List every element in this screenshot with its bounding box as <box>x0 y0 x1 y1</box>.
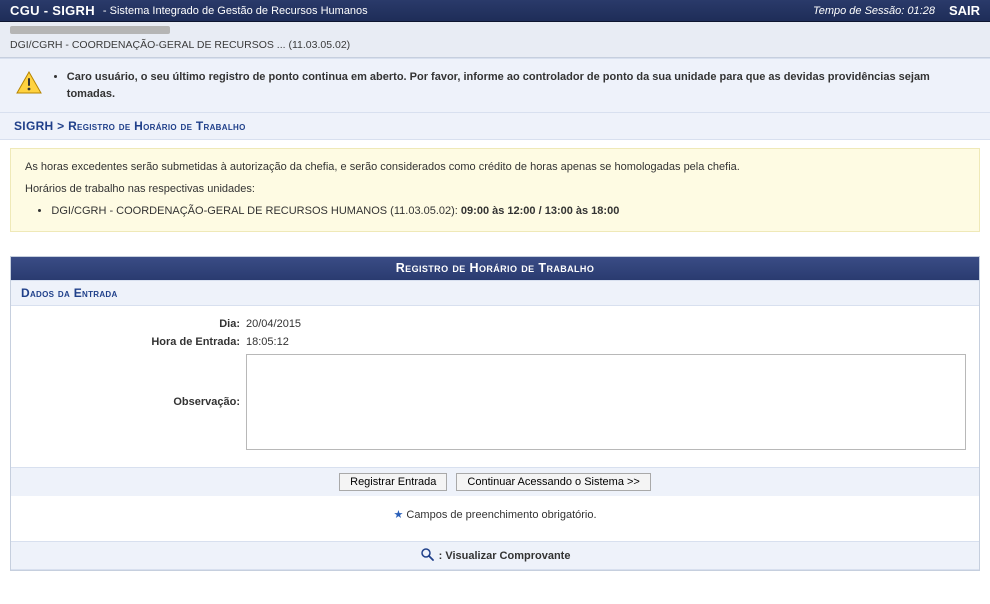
info-unit-hours: DGI/CGRH - COORDENAÇÃO-GERAL DE RECURSOS… <box>51 205 965 217</box>
breadcrumb-path: DGI/CGRH - COORDENAÇÃO-GERAL DE RECURSOS… <box>10 39 350 51</box>
session-timer: Tempo de Sessão: 01:28 <box>813 5 935 17</box>
star-icon: ★ <box>393 509 403 521</box>
section-title: Dados da Entrada <box>11 280 979 306</box>
info-line-1: As horas excedentes serão submetidas à a… <box>25 161 965 173</box>
hora-label: Hora de Entrada: <box>21 334 246 348</box>
obs-label: Observação: <box>21 352 246 408</box>
redacted-user-name <box>10 26 170 34</box>
form-area: Dia: 20/04/2015 Hora de Entrada: 18:05:1… <box>11 306 979 467</box>
app-subtitle: - Sistema Integrado de Gestão de Recurso… <box>103 5 368 17</box>
legend-bar: : Visualizar Comprovante <box>11 541 979 570</box>
warning-icon <box>16 69 44 98</box>
row-hora: Hora de Entrada: 18:05:12 <box>21 334 969 348</box>
obs-textarea[interactable] <box>246 354 966 450</box>
page-title: SIGRH > Registro de Horário de Trabalho <box>0 113 990 140</box>
alert-message: Caro usuário, o seu último registro de p… <box>67 69 974 102</box>
top-bar: CGU - SIGRH - Sistema Integrado de Gestã… <box>0 0 990 22</box>
registrar-entrada-button[interactable]: Registrar Entrada <box>339 473 447 491</box>
panel-header: Registro de Horário de Trabalho <box>11 257 979 280</box>
required-footnote: ★ Campos de preenchimento obrigatório. <box>11 496 979 541</box>
row-dia: Dia: 20/04/2015 <box>21 316 969 330</box>
button-row: Registrar Entrada Continuar Acessando o … <box>11 467 979 496</box>
magnifier-icon <box>420 552 437 564</box>
continuar-sistema-button[interactable]: Continuar Acessando o Sistema >> <box>456 473 650 491</box>
main-panel: Registro de Horário de Trabalho Dados da… <box>10 256 980 571</box>
alert-notice: Caro usuário, o seu último registro de p… <box>0 58 990 113</box>
app-brand: CGU - SIGRH <box>10 3 95 18</box>
logout-link[interactable]: SAIR <box>949 3 980 18</box>
legend-text: : Visualizar Comprovante <box>439 550 571 562</box>
breadcrumb: DGI/CGRH - COORDENAÇÃO-GERAL DE RECURSOS… <box>0 22 990 58</box>
dia-value: 20/04/2015 <box>246 316 301 330</box>
dia-label: Dia: <box>21 316 246 330</box>
row-obs: Observação: <box>21 352 969 453</box>
info-box: As horas excedentes serão submetidas à a… <box>10 148 980 232</box>
info-line-2: Horários de trabalho nas respectivas uni… <box>25 183 965 195</box>
hora-value: 18:05:12 <box>246 334 289 348</box>
